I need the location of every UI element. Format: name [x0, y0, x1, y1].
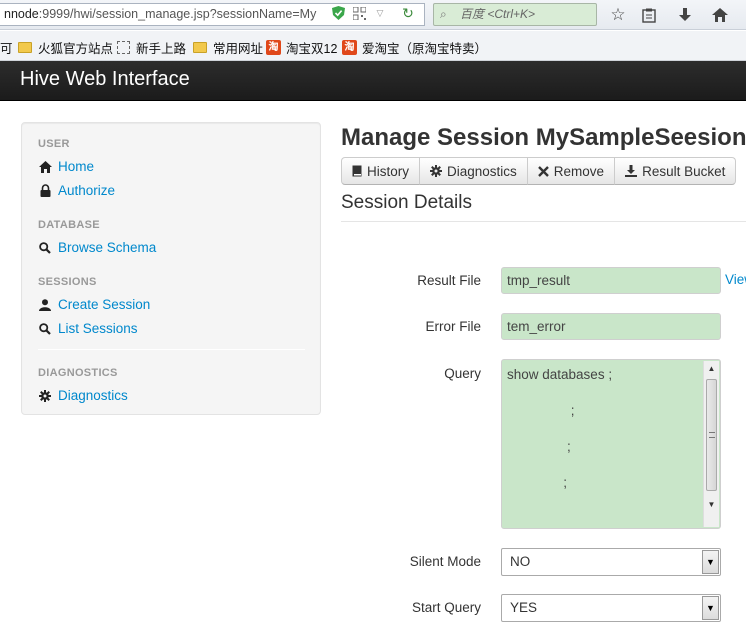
sidebar-item-browse-schema[interactable]: Browse Schema [38, 240, 156, 255]
taobao-icon: 淘 [266, 40, 281, 55]
diagnostics-button[interactable]: Diagnostics [419, 157, 528, 185]
bookmark-item[interactable]: 新手上路 [117, 38, 186, 57]
download-arrow-icon[interactable] [673, 3, 697, 27]
bookmark-item[interactable]: 淘爱淘宝（原淘宝特卖） [342, 38, 487, 57]
section-divider [341, 221, 746, 222]
silent-mode-value: NO [510, 554, 531, 569]
gear-icon [38, 389, 52, 402]
error-file-label: Error File [425, 319, 481, 334]
query-label: Query [444, 366, 481, 381]
scroll-thumb[interactable] [706, 379, 717, 491]
chevron-down-icon[interactable]: ▽ [372, 5, 388, 21]
folder-icon [18, 42, 32, 53]
search-icon [38, 322, 52, 335]
query-text: show databases ; ; ; ; [507, 367, 613, 490]
url-host: nnode [4, 7, 39, 21]
scroll-up-icon[interactable]: ▲ [704, 362, 719, 376]
query-textarea[interactable]: show databases ; ; ; ; ▲ ▼ [501, 359, 721, 529]
reload-icon[interactable]: ↻ [400, 5, 416, 21]
silent-mode-label: Silent Mode [409, 554, 481, 569]
close-icon [537, 165, 549, 177]
chevron-down-icon[interactable]: ▼ [702, 596, 719, 620]
download-icon [625, 165, 638, 177]
home-icon [38, 160, 52, 173]
sidebar-item-create-session[interactable]: Create Session [38, 297, 150, 312]
folder-icon [193, 42, 207, 53]
start-query-label: Start Query [411, 600, 481, 615]
remove-button[interactable]: Remove [526, 157, 616, 185]
nav-header-diagnostics: DIAGNOSTICS [38, 367, 118, 379]
start-query-select[interactable]: YES ▼ [501, 594, 721, 622]
bookmarks-bar: 可 火狐官方站点 新手上路 常用网址 淘淘宝双12 淘爱淘宝（原淘宝特卖） [0, 31, 746, 61]
sidebar-item-diagnostics[interactable]: Diagnostics [38, 388, 128, 403]
action-button-group: History Diagnostics Remove Result Bucket [341, 157, 737, 185]
bookmark-item[interactable]: 常用网址 [193, 38, 263, 57]
sidebar-item-home[interactable]: Home [38, 159, 94, 174]
nav-header-user: USER [38, 138, 70, 150]
sidebar: USER Home Authorize DATABASE Browse Sche… [21, 122, 321, 415]
query-scrollbar[interactable]: ▲ ▼ [703, 361, 719, 527]
error-file-input[interactable]: tem_error [501, 313, 721, 340]
clipboard-icon[interactable] [637, 3, 661, 27]
home-icon[interactable] [708, 3, 732, 27]
view-link[interactable]: View [725, 272, 746, 287]
result-file-input[interactable]: tmp_result [501, 267, 721, 294]
sidebar-item-authorize[interactable]: Authorize [38, 183, 115, 198]
book-icon [352, 165, 362, 177]
scroll-down-icon[interactable]: ▼ [704, 498, 719, 512]
browser-toolbar: nnode:9999/hwi/session_manage.jsp?sessio… [0, 0, 746, 30]
taobao-icon: 淘 [342, 40, 357, 55]
user-icon [38, 298, 52, 311]
page-icon [117, 41, 130, 54]
section-title: Session Details [341, 192, 472, 213]
result-bucket-button[interactable]: Result Bucket [614, 157, 737, 185]
brand[interactable]: Hive Web Interface [20, 68, 190, 91]
page-title: Manage Session MySampleSeesion [341, 124, 746, 151]
search-placeholder: 百度 <Ctrl+K> [460, 7, 536, 21]
nav-header-sessions: SESSIONS [38, 276, 97, 288]
lock-icon [38, 184, 52, 197]
search-icon [38, 241, 52, 254]
search-icon: ⌕ [440, 7, 447, 21]
bookmark-item[interactable]: 淘淘宝双12 [266, 38, 337, 57]
sidebar-item-list-sessions[interactable]: List Sessions [38, 321, 138, 336]
nav-header-database: DATABASE [38, 219, 100, 231]
start-query-value: YES [510, 600, 538, 615]
silent-mode-select[interactable]: NO ▼ [501, 548, 721, 576]
url-path: :9999/hwi/session_manage.jsp?sessionName… [38, 7, 317, 21]
bookmark-item[interactable]: 火狐官方站点 [18, 38, 113, 57]
gear-icon [430, 165, 443, 177]
history-button[interactable]: History [341, 157, 421, 185]
bookmark-item[interactable]: 可 [0, 38, 13, 57]
result-file-label: Result File [417, 273, 481, 288]
search-input[interactable]: ⌕ 百度 <Ctrl+K> [433, 3, 597, 26]
shield-icon[interactable] [330, 5, 346, 21]
nav-divider [38, 349, 305, 350]
star-icon[interactable]: ☆ [606, 3, 630, 27]
qr-code-icon[interactable] [351, 5, 367, 21]
chevron-down-icon[interactable]: ▼ [702, 550, 719, 574]
navbar: Hive Web Interface [0, 61, 746, 101]
